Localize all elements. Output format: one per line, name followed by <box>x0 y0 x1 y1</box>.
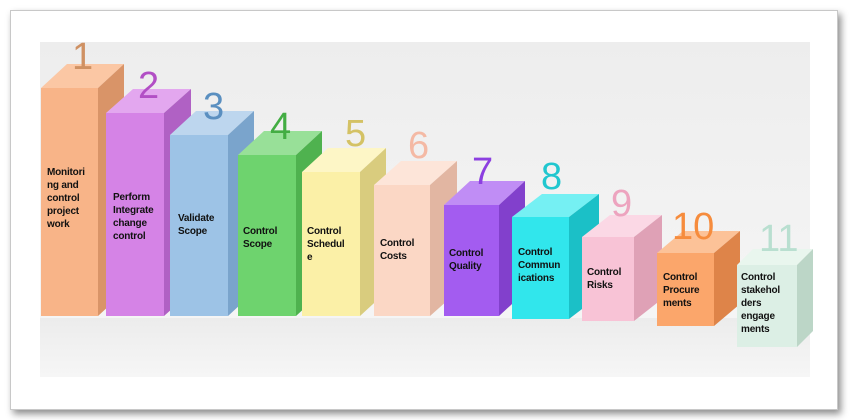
step-label-11: Control stakehol ders engage ments <box>741 272 780 335</box>
process-steps-diagram: 1 Monitori ng and control project work 2 Pe… <box>0 0 851 420</box>
step-cube-side-11 <box>797 249 813 347</box>
step-cube-11 <box>737 249 813 347</box>
step-number-11: 11 <box>759 218 799 260</box>
